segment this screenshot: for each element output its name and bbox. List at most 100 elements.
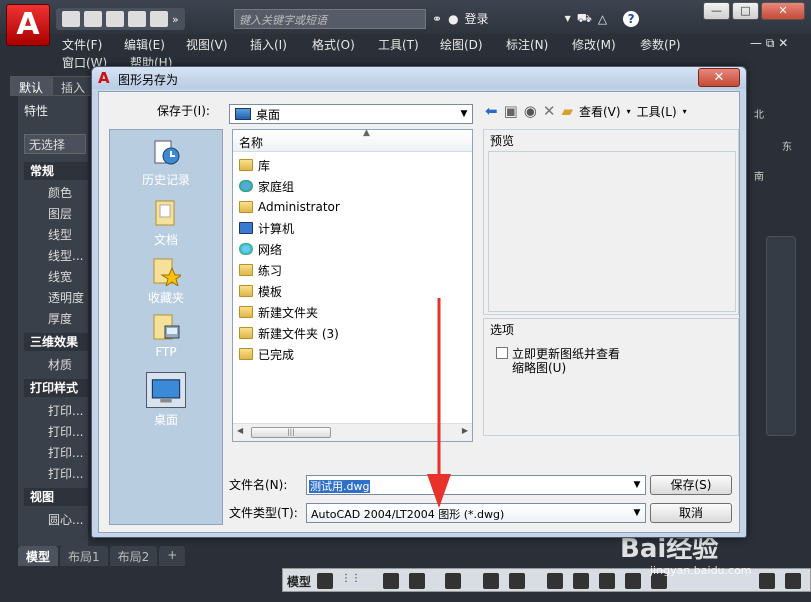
tab-default[interactable]: 默认 <box>10 76 53 96</box>
fullscreen-icon[interactable] <box>759 573 775 589</box>
chevron-down-icon[interactable]: ▾ <box>683 107 687 116</box>
menu-format[interactable]: 格式(O) <box>312 36 355 53</box>
filetype-combo[interactable]: AutoCAD 2004/LT2004 图形 (*.dwg) ▼ <box>306 503 646 523</box>
menu-insert[interactable]: 插入(I) <box>250 36 287 53</box>
tab-layout1[interactable]: 布局1 <box>60 546 108 566</box>
plot-icon[interactable] <box>150 11 168 27</box>
exchange-icon[interactable]: △ <box>598 12 607 26</box>
otrack-icon[interactable] <box>483 573 499 589</box>
viewcube-south[interactable]: 南 <box>754 168 764 183</box>
viewcube-north[interactable]: 北 <box>754 106 764 121</box>
view-menu[interactable]: 查看(V) <box>579 103 621 120</box>
login-button[interactable]: 登录 <box>465 10 489 27</box>
dialog-close-button[interactable]: ✕ <box>698 68 740 87</box>
item-label: 已完成 <box>258 347 295 362</box>
list-item[interactable]: 家庭组 <box>239 176 294 196</box>
save-in-combo[interactable]: 桌面 ▼ <box>229 104 473 124</box>
new-icon[interactable] <box>62 11 80 27</box>
list-item[interactable]: 新建文件夹 (3) <box>239 323 339 343</box>
tab-layout2[interactable]: 布局2 <box>109 546 158 566</box>
list-item[interactable]: 模板 <box>239 281 282 301</box>
ortho-icon[interactable] <box>383 573 399 589</box>
item-label: 计算机 <box>258 221 295 236</box>
place-ftp[interactable]: FTP <box>110 312 222 359</box>
menu-modify[interactable]: 修改(M) <box>572 36 616 53</box>
autocad-logo[interactable]: A <box>6 4 50 46</box>
cancel-button[interactable]: 取消 <box>650 503 732 523</box>
scroll-right-icon[interactable]: ▶ <box>462 426 468 435</box>
list-item[interactable]: 新建文件夹 <box>239 302 318 322</box>
polar-icon[interactable] <box>409 573 425 589</box>
place-documents[interactable]: 文档 <box>110 198 222 248</box>
menu-draw[interactable]: 绘图(D) <box>440 36 483 53</box>
open-icon[interactable] <box>84 11 102 27</box>
menu-file[interactable]: 文件(F) <box>62 36 102 53</box>
menu-view[interactable]: 视图(V) <box>186 36 228 53</box>
help-button[interactable]: ? <box>623 10 640 27</box>
list-item[interactable]: 库 <box>239 155 270 175</box>
snap-icon[interactable]: ⋮⋮ <box>341 573 361 589</box>
tab-model[interactable]: 模型 <box>18 546 59 566</box>
binoculars-icon[interactable]: ⚭ <box>432 12 442 26</box>
list-item[interactable]: Administrator <box>239 197 340 217</box>
back-arrow-icon[interactable]: ⬅ <box>485 102 498 120</box>
update-thumbnail-label-2[interactable]: 缩略图(U) <box>512 359 566 376</box>
place-favorites[interactable]: 收藏夹 <box>110 256 222 306</box>
place-history[interactable]: 历史记录 <box>110 138 222 188</box>
list-item[interactable]: 已完成 <box>239 344 294 364</box>
menu-dimension[interactable]: 标注(N) <box>506 36 548 53</box>
prop-group-general[interactable]: 常规 <box>24 162 88 180</box>
navigation-bar[interactable] <box>766 236 796 436</box>
menu-tools[interactable]: 工具(T) <box>378 36 419 53</box>
chevron-down-icon[interactable]: ▼ <box>565 14 571 23</box>
minimize-button[interactable]: — <box>703 2 730 20</box>
tab-insert[interactable]: 插入 <box>52 76 95 96</box>
model-space-button[interactable]: 模型 <box>287 573 311 590</box>
menu-edit[interactable]: 编辑(E) <box>124 36 165 53</box>
customize-icon[interactable] <box>785 573 801 589</box>
list-item[interactable]: 练习 <box>239 260 282 280</box>
up-folder-icon[interactable]: ▣ <box>504 102 518 120</box>
units-icon[interactable] <box>599 573 615 589</box>
save-button[interactable]: 保存(S) <box>650 475 732 495</box>
prop-group-3d[interactable]: 三维效果 <box>24 333 88 351</box>
selection-dropdown[interactable]: 无选择 <box>24 134 86 154</box>
delete-icon[interactable]: ✕ <box>543 102 556 120</box>
add-layout-button[interactable]: + <box>159 546 186 566</box>
tools-menu[interactable]: 工具(L) <box>637 103 677 120</box>
search-web-icon[interactable]: ◉ <box>524 102 537 120</box>
workspace-icon[interactable] <box>573 573 589 589</box>
doc-window-controls[interactable]: — ⧉ ✕ <box>750 36 788 51</box>
update-thumbnail-checkbox[interactable] <box>496 347 508 359</box>
scroll-left-icon[interactable]: ◀ <box>237 426 243 435</box>
search-input[interactable]: 键入关键字或短语 <box>234 9 426 29</box>
new-folder-icon[interactable]: ▰ <box>561 102 573 120</box>
list-item[interactable]: 网络 <box>239 239 282 259</box>
menu-params[interactable]: 参数(P) <box>640 36 681 53</box>
cart-icon[interactable]: ⛟ <box>577 11 592 27</box>
isolate-icon[interactable] <box>625 573 641 589</box>
filename-input[interactable]: 测试用.dwg ▼ <box>306 475 646 495</box>
save-icon[interactable] <box>106 11 124 27</box>
prop-group-view[interactable]: 视图 <box>24 488 88 506</box>
chevron-down-icon[interactable]: ▾ <box>627 107 631 116</box>
scroll-thumb[interactable]: ||| <box>251 427 331 438</box>
chevron-down-icon[interactable]: ▼ <box>629 504 645 522</box>
saveas-icon[interactable] <box>128 11 146 27</box>
viewcube[interactable]: 北 东 南 <box>744 100 800 190</box>
close-button[interactable]: ✕ <box>761 2 805 20</box>
annotation-icon[interactable] <box>547 573 563 589</box>
chevron-down-icon[interactable]: ▼ <box>629 476 645 494</box>
place-desktop[interactable]: 桌面 <box>110 372 222 428</box>
maximize-button[interactable]: □ <box>732 2 759 20</box>
grid-icon[interactable] <box>317 573 333 589</box>
dialog-titlebar[interactable]: A 图形另存为 ✕ <box>92 67 746 89</box>
prop-group-plotstyle[interactable]: 打印样式 <box>24 379 88 397</box>
list-item[interactable]: 计算机 <box>239 218 294 238</box>
column-header-name[interactable]: 名称 ▲ <box>233 128 472 152</box>
osnap-icon[interactable] <box>445 573 461 589</box>
viewcube-east[interactable]: 东 <box>782 138 792 153</box>
chevron-down-icon[interactable]: ▼ <box>456 105 472 123</box>
more-icon[interactable]: » <box>172 13 179 26</box>
lineweight-icon[interactable] <box>509 573 525 589</box>
